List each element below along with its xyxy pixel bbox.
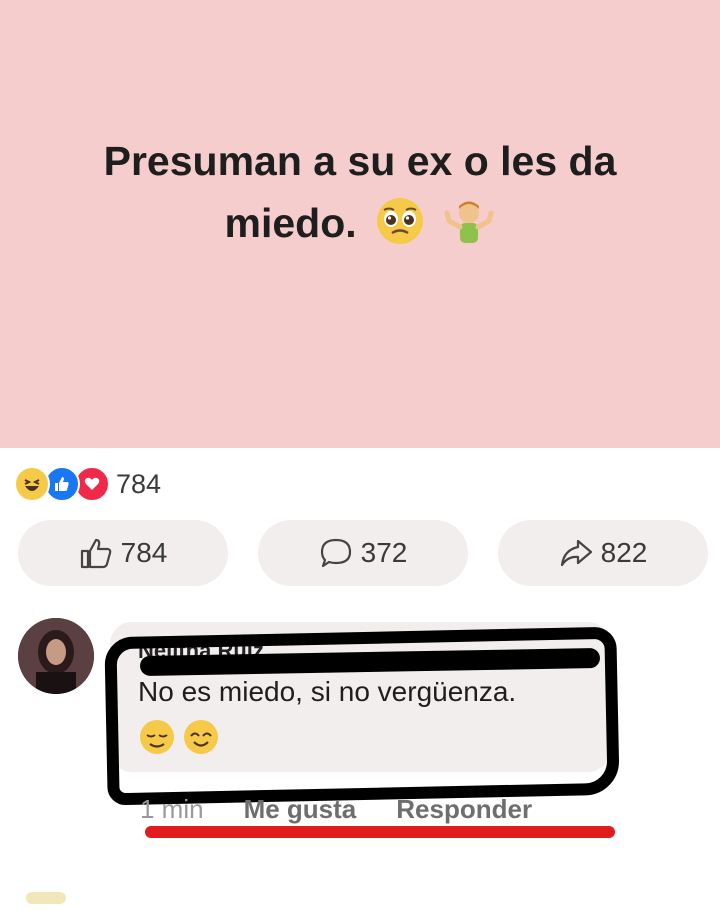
comment-time: 1 min — [140, 794, 204, 824]
reactions-summary[interactable]: 784 — [14, 466, 161, 502]
pleading-face-icon — [377, 198, 424, 244]
man-shrugging-icon — [444, 201, 494, 243]
thumbs-up-icon — [80, 538, 111, 569]
red-underline-mark — [145, 826, 615, 838]
action-bar: 784 372 822 — [18, 520, 708, 590]
post-text: Presuman a su ex o les da miedo. — [40, 130, 680, 254]
avatar-photo — [18, 618, 94, 694]
comment-button[interactable]: 372 — [258, 520, 468, 586]
comment-like-link[interactable]: Me gusta — [244, 794, 357, 825]
comment-count: 372 — [360, 537, 408, 568]
comment-meta: 1 min Me gusta Responder — [140, 794, 572, 825]
redaction-box — [104, 626, 620, 806]
haha-icon — [14, 466, 50, 502]
comment-bubble-icon — [320, 538, 351, 568]
reactions-count: 784 — [116, 468, 162, 499]
comment-reply-link[interactable]: Responder — [396, 794, 532, 825]
share-count: 822 — [600, 537, 648, 568]
avatar[interactable] — [18, 618, 94, 694]
like-button[interactable]: 784 — [18, 520, 228, 586]
share-arrow-icon — [560, 539, 592, 567]
like-count: 784 — [120, 537, 168, 568]
next-comment-hint — [26, 892, 66, 904]
share-button[interactable]: 822 — [498, 520, 708, 586]
post-text-content: Presuman a su ex o les da miedo. — [103, 138, 617, 246]
